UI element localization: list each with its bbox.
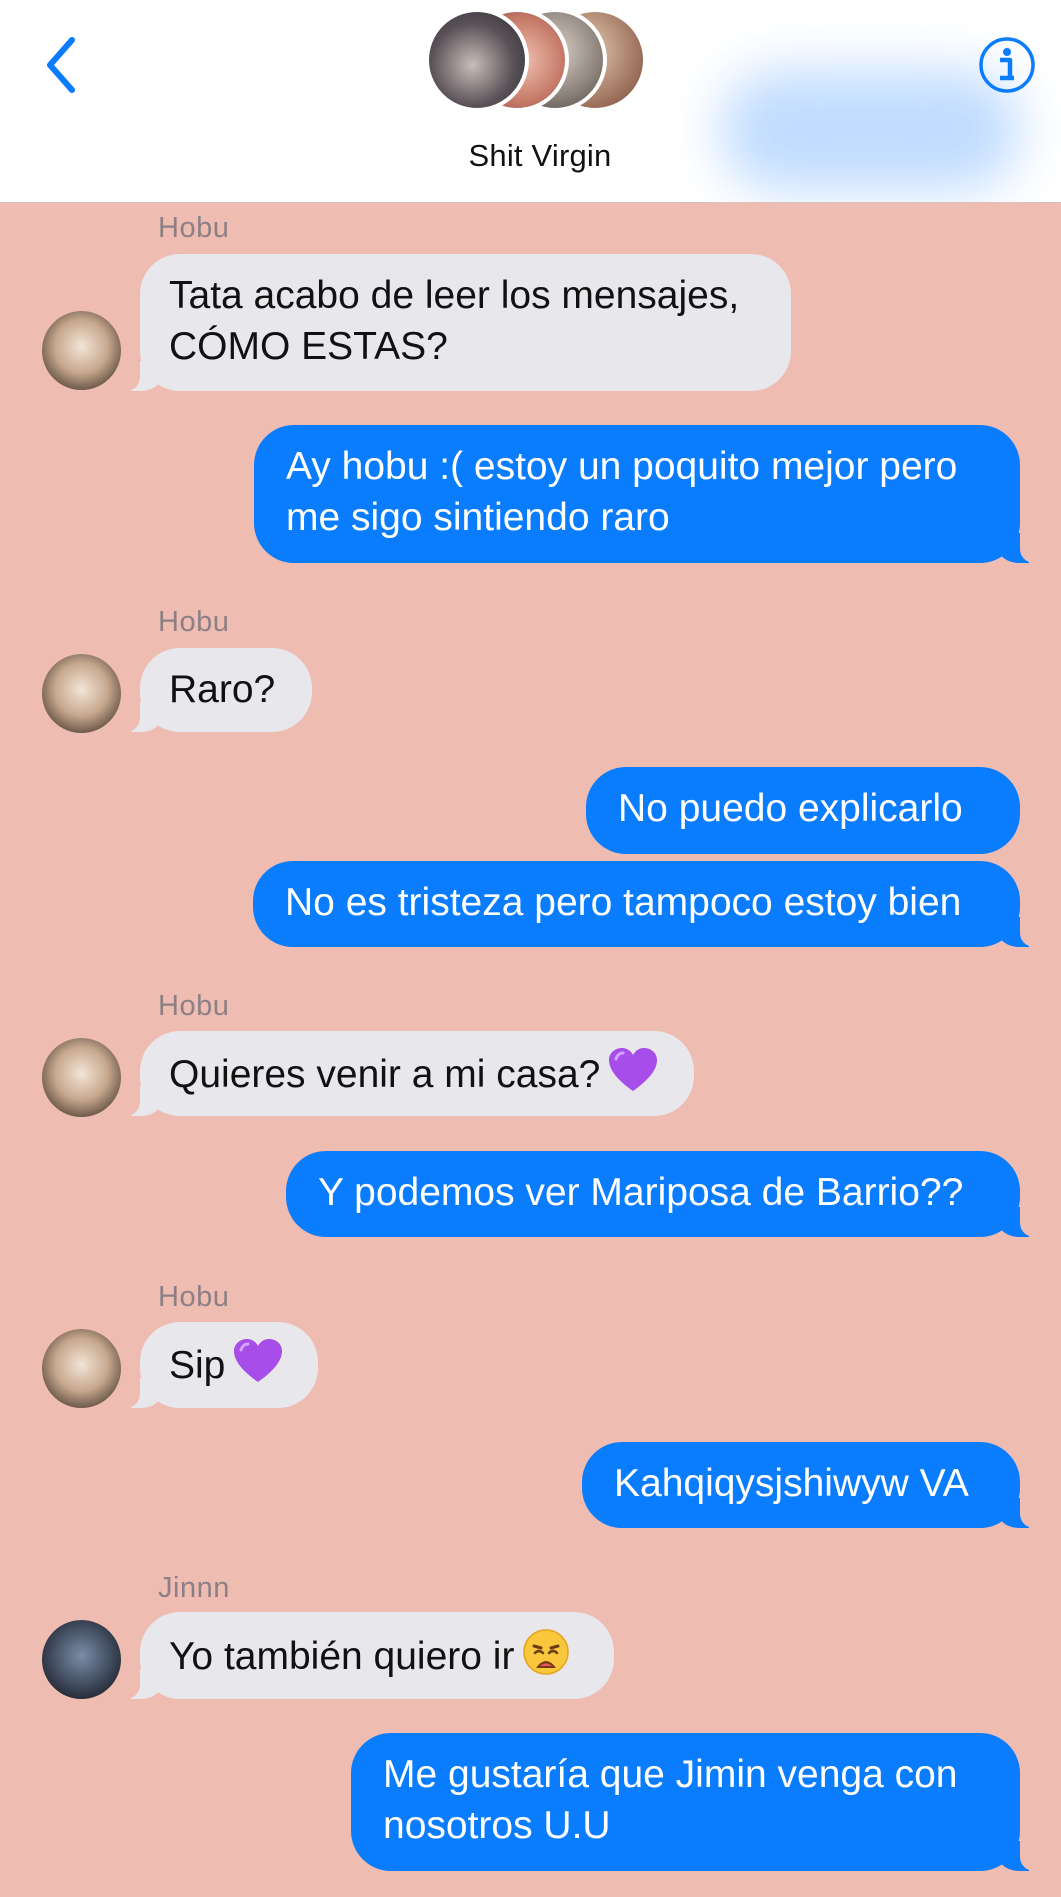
avatar[interactable] xyxy=(42,1620,121,1699)
message-line: me sigo sintiendo raro xyxy=(286,496,670,539)
incoming-message[interactable]: Yo también quiero ir xyxy=(120,1612,614,1699)
incoming-message[interactable]: Quieres venir a mi casa? xyxy=(120,1031,694,1116)
message-text: Yo también quiero ir xyxy=(169,1634,515,1678)
message-text: No es tristeza pero tampoco estoy bien xyxy=(285,881,962,924)
sender-name: Jinnn xyxy=(158,1572,230,1604)
sender-name: Hobu xyxy=(158,212,230,244)
message-line: nosotros U.U xyxy=(383,1804,611,1847)
group-name[interactable]: Shit Virgin xyxy=(0,138,1061,174)
avatar[interactable] xyxy=(42,654,121,733)
purple-heart-icon xyxy=(608,1047,658,1106)
message-line: CÓMO ESTAS? xyxy=(169,325,448,368)
message-text: Sip xyxy=(169,1343,226,1387)
message-text: Y podemos ver Mariposa de Barrio?? xyxy=(318,1171,964,1214)
incoming-message[interactable]: Tata acabo de leer los mensajes, CÓMO ES… xyxy=(120,254,791,391)
chevron-left-icon xyxy=(47,37,75,93)
info-button[interactable] xyxy=(978,36,1036,94)
message-text: Quieres venir a mi casa? xyxy=(169,1052,601,1096)
info-icon xyxy=(979,37,1035,93)
message-text: No puedo explicarlo xyxy=(618,787,963,830)
outgoing-message[interactable]: Ay hobu :( estoy un poquito mejor pero m… xyxy=(254,425,1040,563)
outgoing-message[interactable]: Me gustaría que Jimin venga con nosotros… xyxy=(351,1733,1040,1871)
outgoing-message[interactable]: Y podemos ver Mariposa de Barrio?? xyxy=(286,1151,1040,1237)
avatar[interactable] xyxy=(42,1038,121,1117)
outgoing-message[interactable]: No puedo explicarlo xyxy=(586,767,1020,854)
message-line: Tata acabo de leer los mensajes, xyxy=(169,274,740,317)
message-text: Raro? xyxy=(169,668,276,711)
incoming-message[interactable]: Sip xyxy=(120,1322,318,1408)
group-avatars[interactable] xyxy=(425,8,655,118)
weary-face-icon xyxy=(522,1628,570,1689)
sender-name: Hobu xyxy=(158,1281,230,1313)
group-avatar-main xyxy=(425,8,529,112)
conversation-header: Shit Virgin xyxy=(0,0,1061,203)
incoming-message[interactable]: Raro? xyxy=(120,648,312,732)
message-line: Me gustaría que Jimin venga con xyxy=(383,1753,958,1796)
sender-name: Hobu xyxy=(158,606,230,638)
outgoing-message[interactable]: Kahqiqysjshiwyw VA xyxy=(582,1442,1040,1528)
back-button[interactable] xyxy=(30,30,90,100)
avatar[interactable] xyxy=(42,311,121,390)
message-line: Ay hobu :( estoy un poquito mejor pero xyxy=(286,445,958,488)
sender-name: Hobu xyxy=(158,990,230,1022)
avatar[interactable] xyxy=(42,1329,121,1408)
message-text: Kahqiqysjshiwyw VA xyxy=(614,1462,969,1505)
outgoing-message[interactable]: No es tristeza pero tampoco estoy bien xyxy=(253,861,1040,947)
purple-heart-icon xyxy=(233,1338,283,1397)
